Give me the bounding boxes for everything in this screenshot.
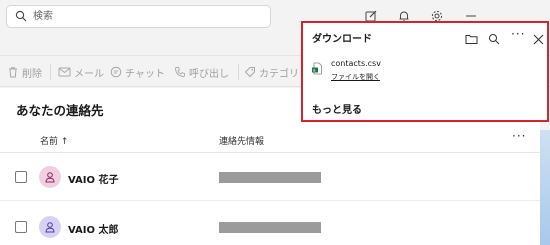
chat-label: チャット bbox=[125, 68, 165, 80]
column-header-name[interactable]: 名前 ↑ bbox=[40, 134, 68, 147]
column-header-contact-info[interactable]: 連絡先情報 bbox=[219, 134, 264, 147]
more-actions-icon[interactable]: ··· bbox=[511, 27, 525, 41]
table-row[interactable]: VAIO 花子 bbox=[0, 154, 540, 201]
category-label: カテゴリ bbox=[259, 68, 299, 80]
mail-button[interactable]: メール bbox=[58, 65, 104, 80]
search-box[interactable] bbox=[6, 5, 271, 28]
person-icon bbox=[44, 221, 56, 233]
redacted-contact-info bbox=[219, 222, 321, 233]
contact-name: VAIO 花子 bbox=[68, 175, 119, 186]
person-icon bbox=[44, 171, 56, 183]
chat-button[interactable]: チャット bbox=[110, 65, 165, 80]
phone-icon bbox=[174, 66, 186, 78]
call-label: 呼び出し bbox=[189, 68, 229, 80]
avatar bbox=[39, 216, 61, 238]
mail-label: メール bbox=[74, 68, 104, 80]
download-panel-title: ダウンロード bbox=[312, 34, 372, 45]
section-title: あなたの連絡先 bbox=[16, 103, 104, 118]
avatar bbox=[39, 166, 61, 188]
call-button[interactable]: 呼び出し bbox=[174, 65, 229, 80]
row-checkbox[interactable] bbox=[15, 171, 27, 183]
show-more-link[interactable]: もっと見る bbox=[312, 101, 362, 116]
tag-icon bbox=[244, 66, 256, 78]
chat-icon bbox=[110, 66, 122, 78]
toolbar-divider bbox=[238, 64, 239, 80]
csv-file-icon: a bbox=[311, 60, 323, 79]
close-icon[interactable] bbox=[533, 30, 544, 49]
download-panel: ダウンロード ··· a contacts.csv ファイルを開く もっと見る bbox=[301, 21, 549, 122]
delete-button[interactable]: 削除 bbox=[7, 65, 42, 80]
trash-icon bbox=[7, 66, 19, 78]
mail-icon bbox=[58, 66, 71, 78]
row-checkbox[interactable] bbox=[15, 221, 27, 233]
delete-label: 削除 bbox=[22, 68, 42, 80]
search-input[interactable] bbox=[33, 8, 263, 25]
downloaded-file-name[interactable]: contacts.csv bbox=[331, 59, 381, 68]
category-button[interactable]: カテゴリ bbox=[244, 65, 299, 80]
list-header: 名前 ↑ 連絡先情報 ··· bbox=[0, 125, 540, 153]
more-options-icon[interactable]: ··· bbox=[512, 129, 526, 143]
contact-name: VAIO 太郎 bbox=[68, 225, 119, 236]
search-icon[interactable] bbox=[488, 30, 500, 49]
search-icon bbox=[15, 10, 27, 22]
folder-icon[interactable] bbox=[465, 30, 478, 49]
table-row[interactable]: VAIO 太郎 bbox=[0, 204, 540, 245]
background-strip bbox=[540, 130, 550, 245]
open-file-link[interactable]: ファイルを開く bbox=[331, 72, 380, 82]
toolbar-divider bbox=[50, 64, 51, 80]
redacted-contact-info bbox=[219, 172, 321, 183]
